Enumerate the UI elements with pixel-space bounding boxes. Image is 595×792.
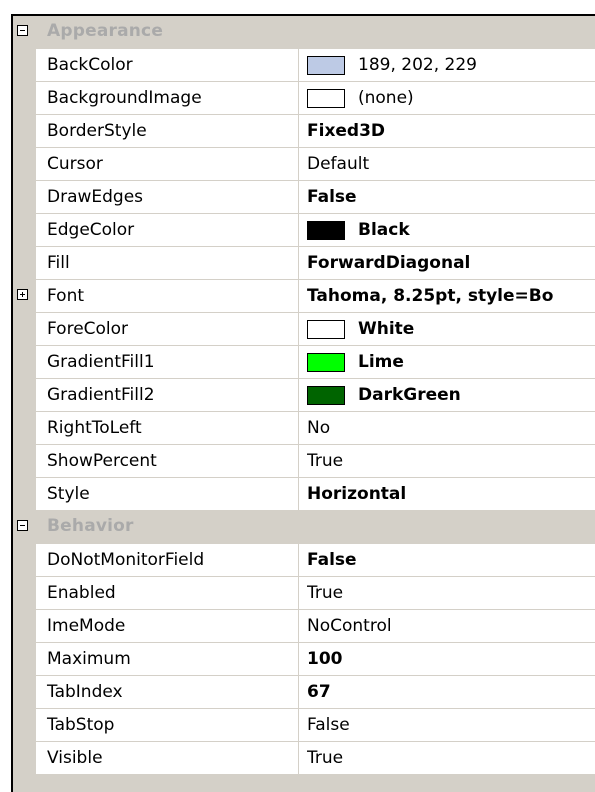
property-row-drawedges[interactable]: DrawEdges False bbox=[13, 180, 595, 214]
column-divider[interactable] bbox=[298, 49, 299, 81]
property-value[interactable]: White bbox=[358, 319, 595, 339]
property-row-maximum[interactable]: Maximum 100 bbox=[13, 642, 595, 676]
property-name[interactable]: DoNotMonitorField bbox=[47, 550, 204, 570]
column-divider[interactable] bbox=[298, 148, 299, 180]
property-value[interactable]: Fixed3D bbox=[307, 121, 595, 141]
property-name[interactable]: ImeMode bbox=[47, 616, 125, 636]
property-value[interactable]: Horizontal bbox=[307, 484, 595, 504]
property-grid[interactable]: Appearance BackColor 189, 202, 229 Backgrou… bbox=[11, 14, 595, 792]
property-row-backcolor[interactable]: BackColor 189, 202, 229 bbox=[13, 48, 595, 82]
property-value[interactable]: True bbox=[307, 583, 595, 603]
property-row-fill[interactable]: Fill ForwardDiagonal bbox=[13, 246, 595, 280]
category-row-behavior[interactable]: Behavior bbox=[13, 511, 595, 544]
category-label: Appearance bbox=[47, 21, 164, 41]
property-row-font[interactable]: Font Tahoma, 8.25pt, style=Bo bbox=[13, 279, 595, 313]
property-name[interactable]: Enabled bbox=[47, 583, 116, 603]
property-value[interactable]: No bbox=[307, 418, 595, 438]
property-name[interactable]: DrawEdges bbox=[47, 187, 143, 207]
property-value[interactable]: Default bbox=[307, 154, 595, 174]
property-name[interactable]: TabIndex bbox=[47, 682, 123, 702]
property-row-showpercent[interactable]: ShowPercent True bbox=[13, 444, 595, 478]
property-name[interactable]: ForeColor bbox=[47, 319, 128, 339]
property-name[interactable]: EdgeColor bbox=[47, 220, 134, 240]
property-row-gradientfill1[interactable]: GradientFill1 Lime bbox=[13, 345, 595, 379]
column-divider[interactable] bbox=[298, 478, 299, 510]
property-name[interactable]: Font bbox=[47, 286, 84, 306]
property-name[interactable]: BackColor bbox=[47, 55, 133, 75]
column-divider[interactable] bbox=[298, 577, 299, 609]
property-row-visible[interactable]: Visible True bbox=[13, 741, 595, 775]
property-value[interactable]: False bbox=[307, 187, 595, 207]
column-divider[interactable] bbox=[298, 115, 299, 147]
property-name[interactable]: BackgroundImage bbox=[47, 88, 202, 108]
color-swatch bbox=[307, 386, 345, 405]
property-row-borderstyle[interactable]: BorderStyle Fixed3D bbox=[13, 114, 595, 148]
property-row-tabindex[interactable]: TabIndex 67 bbox=[13, 675, 595, 709]
property-value[interactable]: Tahoma, 8.25pt, style=Bo bbox=[307, 286, 595, 306]
property-name[interactable]: GradientFill2 bbox=[47, 385, 155, 405]
category-row-appearance[interactable]: Appearance bbox=[13, 16, 595, 49]
property-value[interactable]: NoControl bbox=[307, 616, 595, 636]
property-value[interactable]: 189, 202, 229 bbox=[358, 55, 595, 75]
column-divider[interactable] bbox=[298, 346, 299, 378]
column-divider[interactable] bbox=[298, 742, 299, 774]
property-name[interactable]: Style bbox=[47, 484, 90, 504]
column-divider[interactable] bbox=[298, 280, 299, 312]
property-value[interactable]: (none) bbox=[358, 88, 595, 108]
color-swatch bbox=[307, 320, 345, 339]
column-divider[interactable] bbox=[298, 247, 299, 279]
property-value[interactable]: 100 bbox=[307, 649, 595, 669]
property-row-edgecolor[interactable]: EdgeColor Black bbox=[13, 213, 595, 247]
column-divider[interactable] bbox=[298, 313, 299, 345]
column-divider[interactable] bbox=[298, 610, 299, 642]
property-name[interactable]: Cursor bbox=[47, 154, 103, 174]
property-name[interactable]: Visible bbox=[47, 748, 103, 768]
property-row-donotmonitorfield[interactable]: DoNotMonitorField False bbox=[13, 543, 595, 577]
column-divider[interactable] bbox=[298, 214, 299, 246]
collapse-icon[interactable] bbox=[17, 25, 28, 36]
property-row-imemode[interactable]: ImeMode NoControl bbox=[13, 609, 595, 643]
property-row-enabled[interactable]: Enabled True bbox=[13, 576, 595, 610]
property-name[interactable]: TabStop bbox=[47, 715, 114, 735]
category-label: Behavior bbox=[47, 516, 134, 536]
property-name[interactable]: GradientFill1 bbox=[47, 352, 155, 372]
color-swatch bbox=[307, 89, 345, 108]
column-divider[interactable] bbox=[298, 643, 299, 675]
property-row-backgroundimage[interactable]: BackgroundImage (none) bbox=[13, 81, 595, 115]
property-value[interactable]: 67 bbox=[307, 682, 595, 702]
column-divider[interactable] bbox=[298, 379, 299, 411]
property-row-gradientfill2[interactable]: GradientFill2 DarkGreen bbox=[13, 378, 595, 412]
property-row-forecolor[interactable]: ForeColor White bbox=[13, 312, 595, 346]
property-row-righttoleft[interactable]: RightToLeft No bbox=[13, 411, 595, 445]
property-name[interactable]: RightToLeft bbox=[47, 418, 142, 438]
property-row-cursor[interactable]: Cursor Default bbox=[13, 147, 595, 181]
collapse-icon[interactable] bbox=[17, 520, 28, 531]
property-name[interactable]: ShowPercent bbox=[47, 451, 157, 471]
column-divider[interactable] bbox=[298, 445, 299, 477]
property-value[interactable]: False bbox=[307, 715, 595, 735]
property-value[interactable]: Black bbox=[358, 220, 595, 240]
column-divider[interactable] bbox=[298, 544, 299, 576]
column-divider[interactable] bbox=[298, 82, 299, 114]
property-row-tabstop[interactable]: TabStop False bbox=[13, 708, 595, 742]
column-divider[interactable] bbox=[298, 181, 299, 213]
property-value[interactable]: DarkGreen bbox=[358, 385, 595, 405]
property-name[interactable]: BorderStyle bbox=[47, 121, 147, 141]
property-value[interactable]: Lime bbox=[358, 352, 595, 372]
color-swatch bbox=[307, 221, 345, 240]
color-swatch bbox=[307, 353, 345, 372]
property-value[interactable]: True bbox=[307, 451, 595, 471]
column-divider[interactable] bbox=[298, 709, 299, 741]
expand-icon[interactable] bbox=[17, 289, 28, 300]
column-divider[interactable] bbox=[298, 676, 299, 708]
property-value[interactable]: True bbox=[307, 748, 595, 768]
property-row-style[interactable]: Style Horizontal bbox=[13, 477, 595, 511]
color-swatch bbox=[307, 56, 345, 75]
column-divider[interactable] bbox=[298, 412, 299, 444]
property-name[interactable]: Maximum bbox=[47, 649, 131, 669]
property-value[interactable]: ForwardDiagonal bbox=[307, 253, 595, 273]
property-value[interactable]: False bbox=[307, 550, 595, 570]
property-name[interactable]: Fill bbox=[47, 253, 70, 273]
